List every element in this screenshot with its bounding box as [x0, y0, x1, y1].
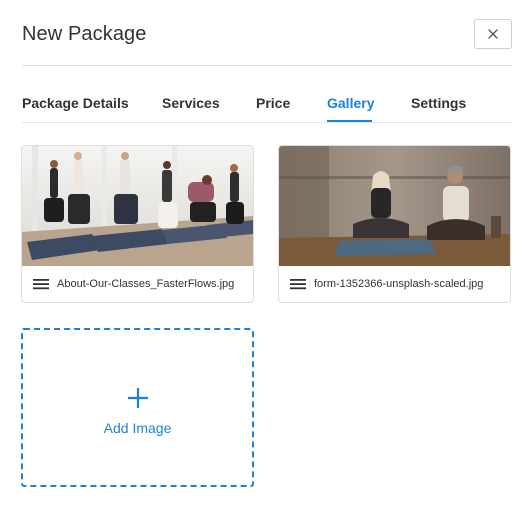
tab-services[interactable]: Services [162, 95, 220, 111]
gallery-image-caption: About-Our-Classes_FasterFlows.jpg [22, 266, 253, 302]
gallery-image-thumbnail [279, 146, 510, 266]
gallery-image-card[interactable]: form-1352366-unsplash-scaled.jpg [278, 145, 511, 303]
add-image-button[interactable]: Add Image [21, 328, 254, 487]
gallery-image-caption: form-1352366-unsplash-scaled.jpg [279, 266, 510, 302]
add-image-label: Add Image [103, 420, 172, 436]
gallery-image-card[interactable]: About-Our-Classes_FasterFlows.jpg [21, 145, 254, 303]
tab-gallery[interactable]: Gallery [327, 95, 374, 111]
modal-header: New Package [22, 0, 512, 66]
plus-icon [128, 388, 148, 408]
tab-package-details[interactable]: Package Details [22, 95, 129, 111]
drag-handle-icon[interactable] [290, 278, 306, 290]
active-tab-indicator [327, 120, 372, 122]
gallery-image-filename: form-1352366-unsplash-scaled.jpg [314, 278, 484, 290]
close-button[interactable] [474, 19, 512, 49]
gallery-image-filename: About-Our-Classes_FasterFlows.jpg [57, 278, 235, 290]
gallery-image-thumbnail [22, 146, 253, 266]
modal-title: New Package [22, 23, 147, 45]
tab-settings[interactable]: Settings [411, 95, 466, 111]
drag-handle-icon[interactable] [33, 278, 49, 290]
close-icon [488, 29, 498, 39]
tab-bar: Package Details Services Price Gallery S… [22, 84, 512, 123]
tab-price[interactable]: Price [256, 95, 290, 111]
